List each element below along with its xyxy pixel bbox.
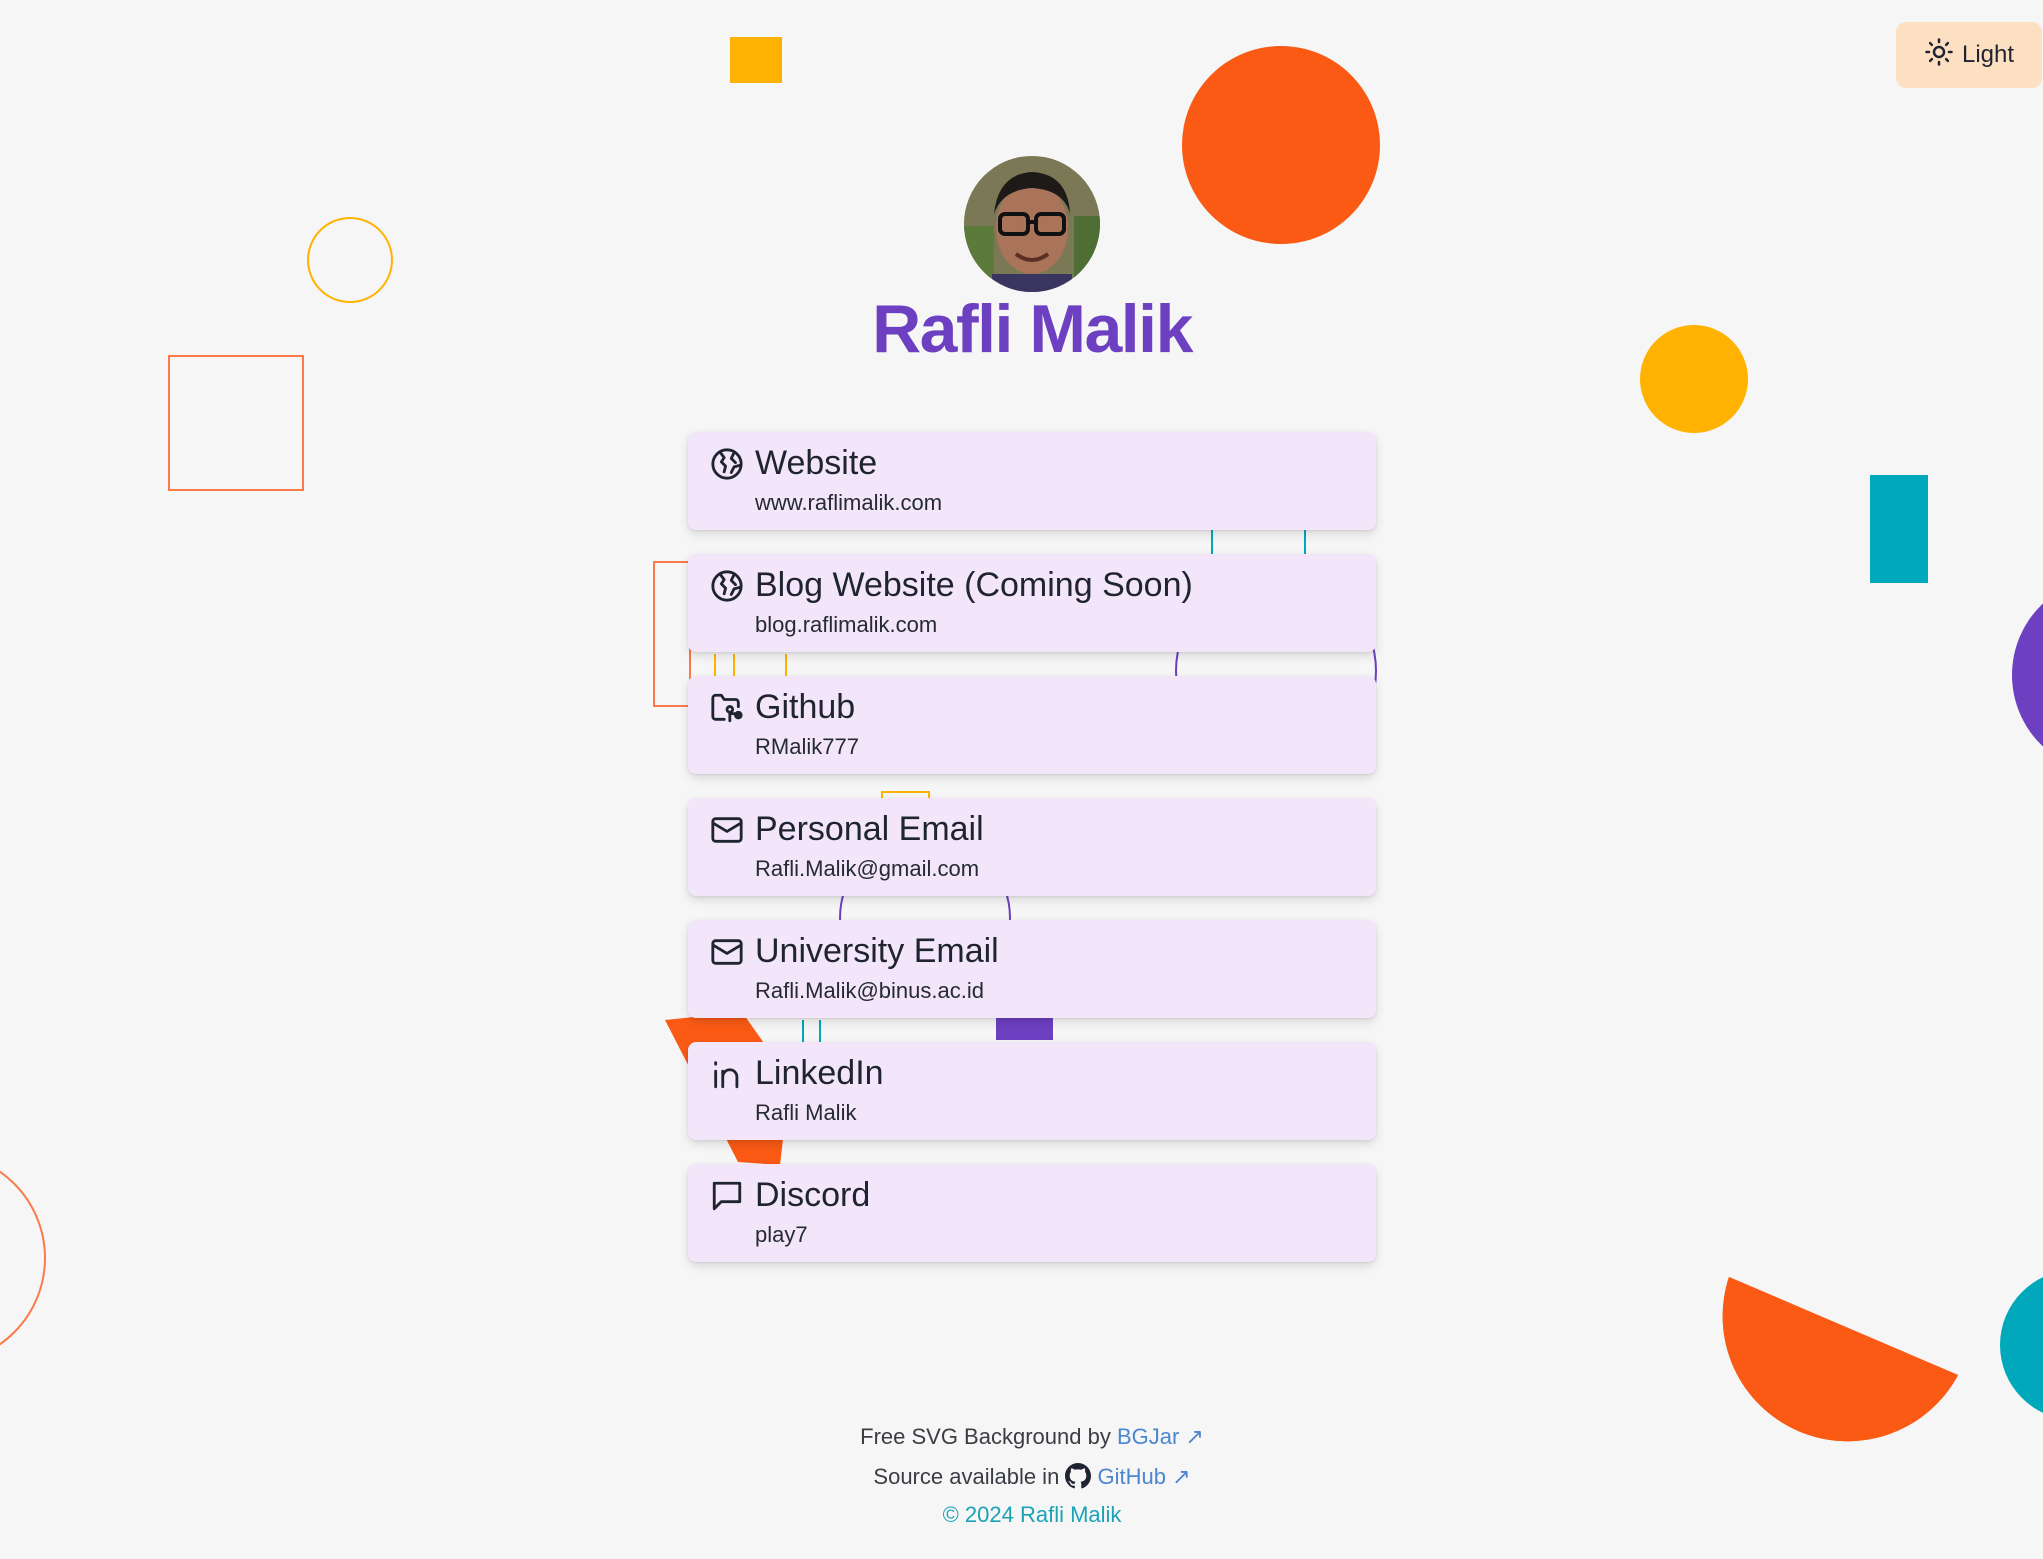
link-title: Personal Email — [755, 810, 984, 848]
link-card-discord[interactable]: Discord play7 — [688, 1164, 1376, 1262]
link-subtitle: play7 — [755, 1222, 808, 1247]
link-title: Website — [755, 444, 878, 482]
mail-icon — [710, 935, 744, 969]
sun-icon — [1924, 37, 1954, 74]
globe-icon — [710, 447, 744, 481]
link-card-github[interactable]: Github RMalik777 — [688, 676, 1376, 774]
external-link-icon: ↗ — [1185, 1424, 1204, 1449]
link-card-university-email[interactable]: University Email Rafli.Malik@binus.ac.id — [688, 920, 1376, 1018]
chat-bubble-icon — [710, 1179, 744, 1213]
globe-icon — [710, 569, 744, 603]
link-title: University Email — [755, 932, 999, 970]
link-card-blog[interactable]: Blog Website (Coming Soon) blog.raflimal… — [688, 554, 1376, 652]
avatar — [964, 156, 1100, 292]
link-title: Discord — [755, 1176, 871, 1214]
link-subtitle: RMalik777 — [755, 734, 859, 759]
footer-source-text: Source available in — [873, 1464, 1066, 1489]
copyright: © 2024 Rafli Malik — [942, 1502, 1122, 1527]
footer-credit-text: Free SVG Background by — [860, 1424, 1117, 1449]
theme-toggle-button[interactable]: Light — [1896, 22, 2042, 88]
link-subtitle: Rafli.Malik@binus.ac.id — [755, 978, 984, 1003]
mail-icon — [710, 813, 744, 847]
theme-toggle-label: Light — [1961, 41, 2015, 68]
link-title: Github — [755, 688, 856, 726]
link-subtitle: blog.raflimalik.com — [755, 612, 938, 637]
github-source-link[interactable]: GitHub ↗ — [1098, 1464, 1191, 1489]
link-title: Blog Website (Coming Soon) — [755, 566, 1193, 604]
footer-source: Source available in GitHub ↗ — [0, 1463, 2043, 1490]
link-card-personal-email[interactable]: Personal Email Rafli.Malik@gmail.com — [688, 798, 1376, 896]
github-icon — [1065, 1463, 1092, 1489]
external-link-icon: ↗ — [1172, 1464, 1191, 1489]
linkedin-icon — [710, 1057, 744, 1091]
link-title: LinkedIn — [755, 1054, 884, 1092]
bgjar-link[interactable]: BGJar ↗ — [1117, 1424, 1204, 1449]
link-subtitle: Rafli.Malik@gmail.com — [755, 856, 980, 881]
link-card-website[interactable]: Website www.raflimalik.com — [688, 432, 1376, 530]
profile-name: Rafli Malik — [872, 291, 1193, 367]
link-card-linkedin[interactable]: LinkedIn Rafli Malik — [688, 1042, 1376, 1140]
link-subtitle: www.raflimalik.com — [755, 490, 943, 515]
github-folder-icon — [710, 691, 744, 725]
link-subtitle: Rafli Malik — [755, 1100, 857, 1125]
footer-background-credit: Free SVG Background by BGJar ↗ — [0, 1424, 2043, 1450]
